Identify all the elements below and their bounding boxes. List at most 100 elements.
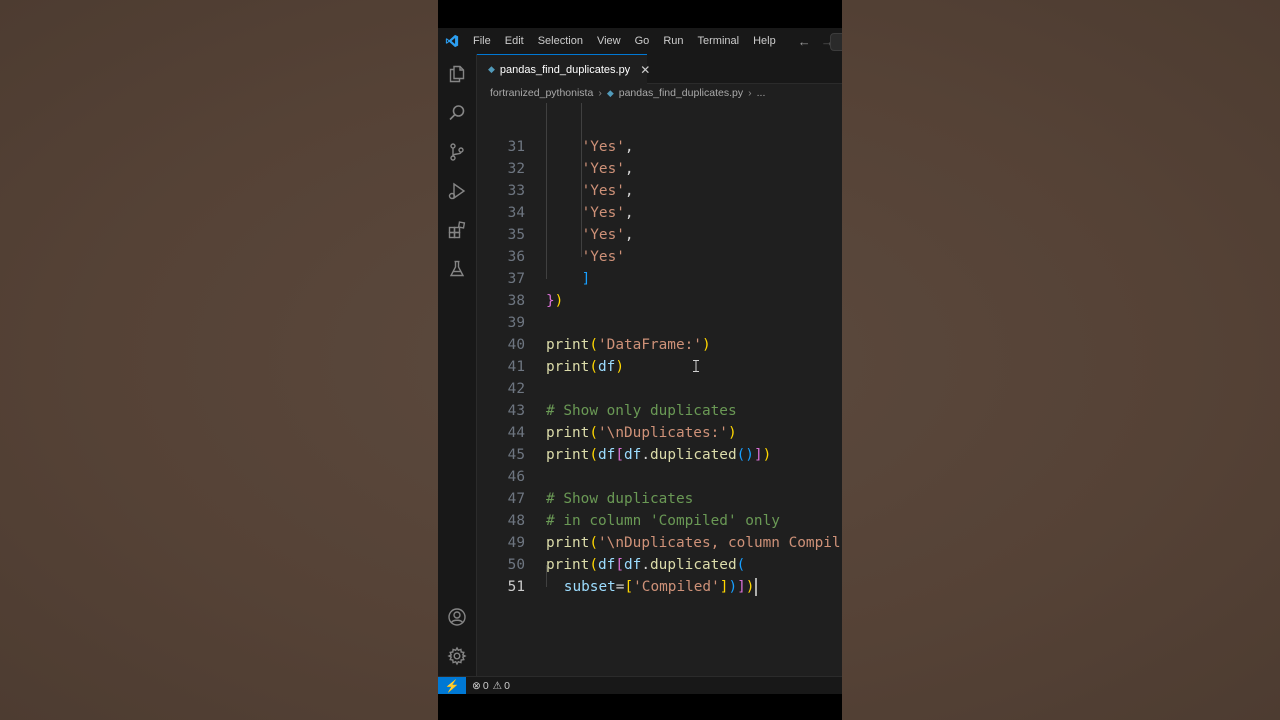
run-debug-icon[interactable] bbox=[447, 181, 467, 201]
code-line: 47 # Show duplicates bbox=[477, 488, 842, 510]
accounts-icon[interactable] bbox=[447, 607, 467, 627]
code-token: 'Yes' bbox=[581, 249, 625, 265]
menu-item-edit[interactable]: Edit bbox=[498, 35, 531, 47]
code-token: ( bbox=[589, 557, 598, 573]
source-control-icon[interactable] bbox=[447, 142, 467, 162]
code-token: , bbox=[624, 139, 634, 155]
code-editor[interactable]: 31 'Yes', 32 'Yes', 33 'Yes', 34 'Yes', 35 'Yes',… bbox=[477, 103, 842, 678]
line-number: 48 bbox=[507, 513, 525, 529]
line-number: 36 bbox=[507, 249, 525, 265]
code-text: 'Yes' bbox=[582, 246, 625, 268]
code-token: , bbox=[624, 227, 634, 243]
line-number: 50 bbox=[507, 557, 525, 573]
code-token: ( bbox=[589, 425, 598, 441]
code-token: ) bbox=[615, 359, 624, 375]
code-token: df bbox=[598, 447, 616, 463]
code-token: 'Yes' bbox=[581, 205, 625, 221]
code-text: # Show only duplicates bbox=[546, 400, 737, 422]
code-token: ) bbox=[728, 579, 738, 595]
code-token: . bbox=[641, 447, 650, 463]
code-line: 33 'Yes', bbox=[477, 180, 842, 202]
code-line: 43 # Show only duplicates bbox=[477, 400, 842, 422]
code-token: , bbox=[624, 183, 634, 199]
command-center[interactable] bbox=[830, 33, 842, 51]
error-count: 0 bbox=[482, 680, 489, 692]
explorer-icon[interactable] bbox=[447, 64, 467, 84]
tab-pandas-find-duplicates[interactable]: ◆ pandas_find_duplicates.py ✕ bbox=[477, 54, 650, 84]
code-token: # Show only duplicates bbox=[546, 403, 737, 419]
code-line: 37] bbox=[477, 268, 842, 290]
settings-gear-icon[interactable] bbox=[447, 646, 467, 666]
warning-count: 0 bbox=[504, 680, 510, 692]
testing-flask-icon[interactable] bbox=[447, 259, 467, 279]
code-text: 'Yes', bbox=[582, 136, 634, 158]
code-token: ( bbox=[589, 337, 598, 353]
breadcrumb-file[interactable]: pandas_find_duplicates.py bbox=[619, 87, 743, 99]
code-token: print bbox=[546, 535, 590, 551]
python-file-icon: ◆ bbox=[606, 87, 614, 98]
line-number: 33 bbox=[507, 183, 525, 199]
breadcrumb-more[interactable]: ... bbox=[757, 87, 766, 99]
problems-indicator[interactable]: ⊗ 0 ⚠ 0 bbox=[472, 680, 510, 692]
code-token: ) bbox=[701, 337, 711, 353]
code-token: [ bbox=[615, 447, 624, 463]
code-token: df bbox=[598, 557, 616, 573]
code-line: 41 print(df) bbox=[477, 356, 842, 378]
code-text: print('\nDuplicates:') bbox=[546, 422, 737, 444]
code-text: print('DataFrame:') bbox=[546, 334, 711, 356]
code-text: # in column 'Compiled' only bbox=[546, 510, 780, 532]
menu-item-file[interactable]: File bbox=[466, 35, 498, 47]
code-token: 'DataFrame:' bbox=[598, 337, 702, 353]
remote-indicator-icon[interactable]: ⚡ bbox=[438, 677, 466, 694]
code-token: subset bbox=[563, 579, 616, 595]
menu-item-go[interactable]: Go bbox=[628, 35, 657, 47]
code-line: 48 # in column 'Compiled' only bbox=[477, 510, 842, 532]
code-token: df bbox=[624, 447, 642, 463]
code-line: 36 'Yes' bbox=[477, 246, 842, 268]
menu-item-view[interactable]: View bbox=[590, 35, 628, 47]
code-token: print bbox=[546, 557, 590, 573]
extensions-icon[interactable] bbox=[447, 220, 467, 240]
chevron-right-icon: › bbox=[748, 87, 752, 99]
line-number: 38 bbox=[507, 293, 525, 309]
code-line: 49 print('\nDuplicates, column Compil bbox=[477, 532, 842, 554]
code-text: 'Yes', bbox=[582, 224, 634, 246]
line-number: 46 bbox=[507, 469, 525, 485]
breadcrumb: fortranized_pythonista › ◆ pandas_find_d… bbox=[477, 84, 842, 102]
code-token: df bbox=[598, 359, 616, 375]
menu-item-help[interactable]: Help bbox=[746, 35, 783, 47]
code-token: # Show duplicates bbox=[546, 491, 694, 507]
code-token: ] bbox=[753, 447, 763, 463]
code-token: '\nDuplicates, column Compil bbox=[598, 535, 841, 551]
code-token: , bbox=[624, 205, 634, 221]
editor-tab-bar: ◆ pandas_find_duplicates.py ✕ bbox=[477, 54, 842, 84]
close-icon[interactable]: ✕ bbox=[640, 63, 650, 77]
search-icon[interactable] bbox=[447, 103, 467, 123]
code-token: ( bbox=[589, 535, 598, 551]
code-token: ) bbox=[554, 293, 564, 309]
line-number: 47 bbox=[507, 491, 525, 507]
code-line: 34 'Yes', bbox=[477, 202, 842, 224]
vscode-window: File Edit Selection View Go Run Terminal Help ←… bbox=[438, 28, 842, 694]
code-text: 'Yes', bbox=[582, 202, 634, 224]
code-line: 35 'Yes', bbox=[477, 224, 842, 246]
error-icon: ⊗ bbox=[472, 680, 481, 692]
menu-item-run[interactable]: Run bbox=[656, 35, 690, 47]
code-token: ( bbox=[736, 557, 746, 573]
code-line: 32 'Yes', bbox=[477, 158, 842, 180]
menu-item-selection[interactable]: Selection bbox=[531, 35, 590, 47]
code-line: 46 bbox=[477, 466, 842, 488]
code-token: print bbox=[546, 359, 590, 375]
tab-label: pandas_find_duplicates.py bbox=[499, 63, 631, 76]
code-line: 45 print(df[df.duplicated()]) bbox=[477, 444, 842, 466]
line-number: 42 bbox=[507, 381, 525, 397]
code-token: ) bbox=[745, 579, 755, 595]
code-text: print(df) bbox=[546, 356, 624, 378]
go-back-icon[interactable]: ← bbox=[793, 34, 816, 49]
code-token: ] bbox=[737, 579, 746, 595]
text-caret bbox=[755, 578, 758, 596]
menu-item-terminal[interactable]: Terminal bbox=[691, 35, 747, 47]
code-token: 'Yes' bbox=[581, 183, 625, 199]
breadcrumb-folder[interactable]: fortranized_pythonista bbox=[490, 87, 593, 99]
code-line: 39 bbox=[477, 312, 842, 334]
